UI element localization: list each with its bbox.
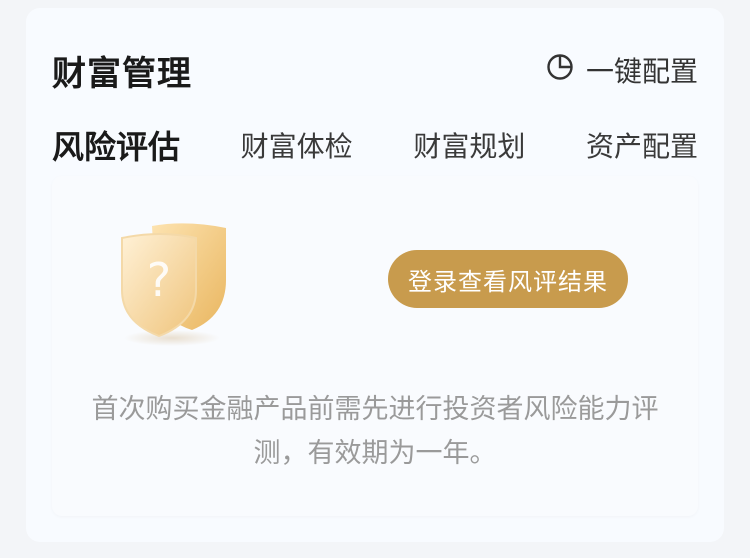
login-view-risk-result-button[interactable]: 登录查看风评结果 — [388, 250, 628, 308]
wealth-management-card: 财富管理 一键配置 风险评估 财富体检 财富规划 资产配置 ? 登录查看风评结果… — [26, 8, 724, 542]
risk-assessment-description: 首次购买金融产品前需先进行投资者风险能力评测，有效期为一年。 — [91, 394, 659, 469]
pie-chart-icon — [546, 53, 574, 88]
tab-bar: 风险评估 财富体检 财富规划 资产配置 — [52, 122, 698, 168]
quick-config-button[interactable]: 一键配置 — [546, 50, 698, 90]
tab-wealth-checkup[interactable]: 财富体检 — [241, 125, 353, 165]
tab-asset-allocation[interactable]: 资产配置 — [586, 125, 698, 165]
tab-risk-assessment[interactable]: 风险评估 — [52, 122, 180, 168]
risk-assessment-panel: ? 登录查看风评结果 首次购买金融产品前需先进行投资者风险能力评测，有效期为一年… — [52, 176, 698, 516]
card-title: 财富管理 — [52, 54, 192, 94]
quick-config-label: 一键配置 — [585, 55, 698, 88]
question-shield-icon: ? — [116, 218, 236, 348]
tab-wealth-planning[interactable]: 财富规划 — [413, 125, 525, 165]
svg-text:?: ? — [147, 253, 171, 307]
